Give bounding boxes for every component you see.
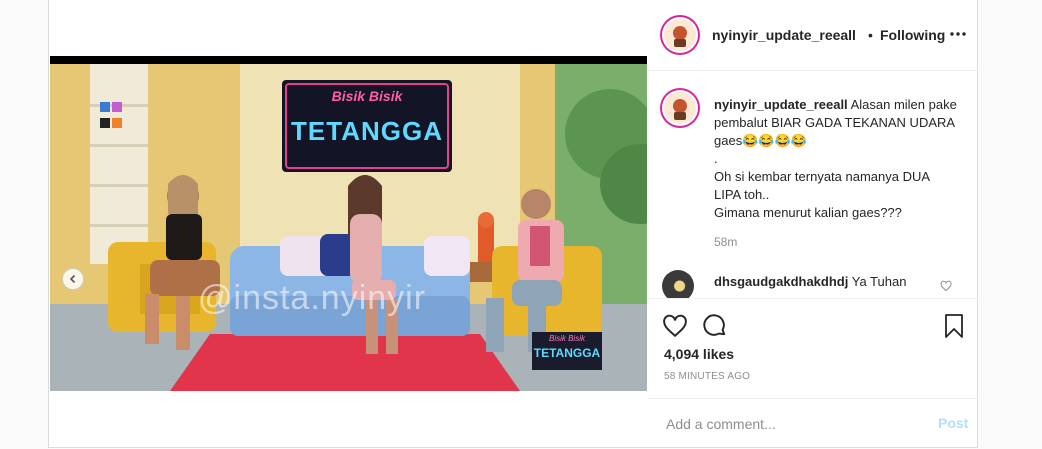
caption-time[interactable]: 58m xyxy=(714,235,737,249)
corner-logo-subtitle: Bisik Bisik xyxy=(548,334,585,343)
post-card: Bisik Bisik TETANGGA @insta.nyinyir Bisi… xyxy=(48,0,978,448)
avatar-image xyxy=(664,92,696,124)
post-comment-button[interactable]: Post xyxy=(938,415,968,431)
slide-dot-active xyxy=(350,427,355,432)
video-frame: Bisik Bisik TETANGGA @insta.nyinyir Bisi… xyxy=(50,64,647,391)
comments-area[interactable]: nyinyir_update_reeall Alasan milen pake … xyxy=(648,70,978,298)
post-actions: 4,094 likes 58 MINUTES AGO xyxy=(648,298,978,399)
post-side-panel: nyinyir_update_reeall • Following nyinyi… xyxy=(648,0,978,448)
slide-indicator xyxy=(341,427,355,432)
commenter-avatar[interactable] xyxy=(662,270,694,298)
caption-username[interactable]: nyinyir_update_reeall xyxy=(714,97,848,112)
caption-line: Oh si kembar ternyata namanya DUA LIPA t… xyxy=(714,169,930,202)
author-avatar[interactable] xyxy=(664,19,696,51)
avatar-image xyxy=(664,19,696,51)
sign-title: TETANGGA xyxy=(291,116,443,146)
post-caption: nyinyir_update_reeall Alasan milen pake … xyxy=(714,96,959,222)
bookmark-icon[interactable] xyxy=(942,313,966,339)
chevron-left-icon xyxy=(69,274,76,284)
caption-line: Gimana menurut kalian gaes??? xyxy=(714,205,902,220)
watermark-text: @insta.nyinyir xyxy=(198,279,427,317)
post-media[interactable]: Bisik Bisik TETANGGA @insta.nyinyir Bisi… xyxy=(50,56,647,432)
caption-author-avatar[interactable] xyxy=(664,92,696,124)
sign-subtitle: Bisik Bisik xyxy=(331,88,403,104)
post-header: nyinyir_update_reeall • Following xyxy=(648,0,978,71)
more-icon[interactable] xyxy=(948,27,968,41)
comment-text: Ya Tuhan xyxy=(851,274,907,289)
separator-dot: • xyxy=(868,27,873,43)
corner-logo-title: TETANGGA xyxy=(533,346,601,360)
comment-body: dhsgaudgakdhakdhdj Ya Tuhan xyxy=(714,274,906,289)
slide-dot xyxy=(341,427,346,432)
post-timestamp[interactable]: 58 MINUTES AGO xyxy=(664,371,750,382)
add-comment-bar: Post xyxy=(648,398,978,449)
comment-like-icon[interactable] xyxy=(940,280,952,292)
likes-count[interactable]: 4,094 likes xyxy=(664,346,734,362)
caption-line: . xyxy=(714,151,718,166)
following-button[interactable]: Following xyxy=(880,27,945,43)
commenter-username[interactable]: dhsgaudgakdhakdhdj xyxy=(714,274,848,289)
heart-icon[interactable] xyxy=(662,313,688,339)
comment-item: dhsgaudgakdhakdhdj Ya Tuhan xyxy=(662,270,962,298)
previous-slide-button[interactable] xyxy=(62,268,84,290)
author-username[interactable]: nyinyir_update_reeall xyxy=(712,27,856,43)
comment-icon[interactable] xyxy=(702,313,728,339)
comment-input[interactable] xyxy=(664,415,918,433)
